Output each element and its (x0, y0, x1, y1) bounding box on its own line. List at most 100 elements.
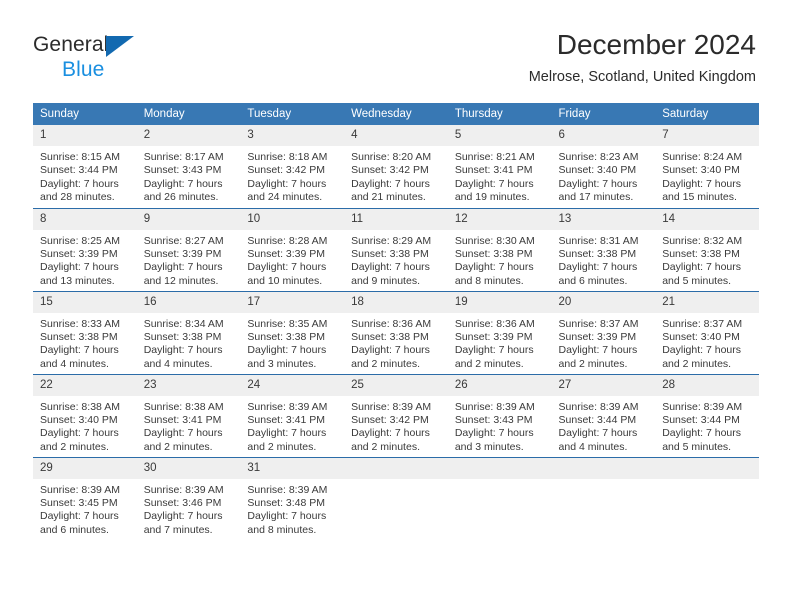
day-cell[interactable]: 14 Sunrise: 8:32 AM Sunset: 3:38 PM Dayl… (655, 207, 759, 291)
sunset-text: Sunset: 3:39 PM (247, 247, 326, 260)
daylight-text-line2: and 8 minutes. (247, 523, 317, 536)
day-number: 18 (344, 291, 448, 313)
sunset-text: Sunset: 3:42 PM (351, 164, 429, 177)
day-number: 3 (240, 125, 345, 146)
daylight-text-line2: and 4 minutes. (40, 357, 109, 370)
daylight-text-line2: and 9 minutes. (351, 274, 420, 287)
day-details: Sunrise: 8:28 AM Sunset: 3:39 PM Dayligh… (240, 230, 344, 289)
day-cell[interactable]: 25 Sunrise: 8:39 AM Sunset: 3:42 PM Dayl… (344, 373, 448, 457)
day-number: 5 (447, 125, 552, 146)
day-details: Sunrise: 8:39 AM Sunset: 3:41 PM Dayligh… (240, 396, 344, 455)
daylight-text-line2: and 2 minutes. (40, 440, 109, 453)
day-cell[interactable]: 30 Sunrise: 8:39 AM Sunset: 3:46 PM Dayl… (136, 456, 241, 540)
brand-name-general: General (33, 33, 109, 56)
day-details: Sunrise: 8:34 AM Sunset: 3:38 PM Dayligh… (137, 313, 241, 372)
sunset-text: Sunset: 3:48 PM (247, 496, 326, 509)
daylight-text-line1: Daylight: 7 hours (454, 261, 534, 274)
day-details: Sunrise: 8:37 AM Sunset: 3:40 PM Dayligh… (655, 313, 759, 372)
daylight-text-line2: and 2 minutes. (143, 440, 213, 453)
day-cell[interactable]: 22 Sunrise: 8:38 AM Sunset: 3:40 PM Dayl… (33, 373, 137, 457)
sunrise-text: Sunrise: 8:35 AM (247, 317, 328, 330)
daylight-text-line2: and 3 minutes. (454, 440, 524, 453)
sunset-text: Sunset: 3:42 PM (351, 413, 429, 426)
day-cell[interactable]: 12 Sunrise: 8:30 AM Sunset: 3:38 PM Dayl… (447, 207, 552, 291)
day-number: 4 (344, 125, 448, 146)
day-cell[interactable]: 7 Sunrise: 8:24 AM Sunset: 3:40 PM Dayli… (655, 125, 759, 208)
day-cell[interactable]: 2 Sunrise: 8:17 AM Sunset: 3:43 PM Dayli… (136, 125, 241, 208)
day-cell[interactable]: 8 Sunrise: 8:25 AM Sunset: 3:39 PM Dayli… (33, 207, 137, 291)
week-row: 22 Sunrise: 8:38 AM Sunset: 3:40 PM Dayl… (33, 373, 759, 457)
brand-logo[interactable]: General Blue (33, 33, 233, 87)
day-cell[interactable]: 3 Sunrise: 8:18 AM Sunset: 3:42 PM Dayli… (240, 125, 345, 208)
daylight-text-line1: Daylight: 7 hours (558, 261, 638, 274)
day-cell[interactable]: 27 Sunrise: 8:39 AM Sunset: 3:44 PM Dayl… (551, 373, 656, 457)
day-cell[interactable]: 21 Sunrise: 8:37 AM Sunset: 3:40 PM Dayl… (655, 290, 759, 374)
sunrise-text: Sunrise: 8:34 AM (143, 317, 224, 330)
sunset-text: Sunset: 3:44 PM (558, 413, 637, 426)
sunset-text: Sunset: 3:38 PM (558, 247, 637, 260)
daylight-text-line1: Daylight: 7 hours (454, 177, 534, 190)
daylight-text-line1: Daylight: 7 hours (662, 177, 742, 190)
day-cell[interactable]: 18 Sunrise: 8:36 AM Sunset: 3:38 PM Dayl… (344, 290, 448, 374)
sunset-text: Sunset: 3:39 PM (40, 247, 118, 260)
calendar-body: 1 Sunrise: 8:15 AM Sunset: 3:44 PM Dayli… (33, 125, 759, 540)
day-number: 24 (240, 374, 345, 396)
day-cell[interactable]: 6 Sunrise: 8:23 AM Sunset: 3:40 PM Dayli… (551, 125, 656, 208)
day-cell[interactable]: 23 Sunrise: 8:38 AM Sunset: 3:41 PM Dayl… (136, 373, 241, 457)
day-number: 21 (655, 291, 759, 313)
daylight-text-line2: and 12 minutes. (143, 274, 219, 287)
sunset-text: Sunset: 3:46 PM (143, 496, 222, 509)
sunrise-text: Sunrise: 8:17 AM (143, 151, 224, 163)
day-cell[interactable]: 10 Sunrise: 8:28 AM Sunset: 3:39 PM Dayl… (240, 207, 345, 291)
daylight-text-line2: and 8 minutes. (454, 274, 524, 287)
day-cell[interactable]: 11 Sunrise: 8:29 AM Sunset: 3:38 PM Dayl… (344, 207, 448, 291)
day-cell[interactable]: 5 Sunrise: 8:21 AM Sunset: 3:41 PM Dayli… (447, 125, 552, 208)
day-cell[interactable]: 16 Sunrise: 8:34 AM Sunset: 3:38 PM Dayl… (136, 290, 241, 374)
day-cell[interactable]: 29 Sunrise: 8:39 AM Sunset: 3:45 PM Dayl… (33, 456, 137, 540)
daylight-text-line2: and 2 minutes. (247, 440, 317, 453)
daylight-text-line1: Daylight: 7 hours (558, 427, 638, 440)
day-number: 7 (655, 125, 759, 146)
day-details: Sunrise: 8:17 AM Sunset: 3:43 PM Dayligh… (137, 146, 241, 205)
day-cell[interactable]: 13 Sunrise: 8:31 AM Sunset: 3:38 PM Dayl… (551, 207, 656, 291)
day-details: Sunrise: 8:30 AM Sunset: 3:38 PM Dayligh… (448, 230, 552, 289)
daylight-text-line2: and 10 minutes. (247, 274, 323, 287)
day-cell[interactable]: 15 Sunrise: 8:33 AM Sunset: 3:38 PM Dayl… (33, 290, 137, 374)
daylight-text-line2: and 5 minutes. (662, 440, 732, 453)
day-details: Sunrise: 8:20 AM Sunset: 3:42 PM Dayligh… (344, 146, 448, 205)
sunrise-text: Sunrise: 8:23 AM (558, 151, 639, 163)
weekday-header-saturday: Saturday (655, 103, 759, 125)
day-number (655, 457, 759, 479)
day-number: 2 (136, 125, 241, 146)
day-cell[interactable]: 4 Sunrise: 8:20 AM Sunset: 3:42 PM Dayli… (344, 125, 448, 208)
day-details: Sunrise: 8:39 AM Sunset: 3:44 PM Dayligh… (552, 396, 656, 455)
week-row: 29 Sunrise: 8:39 AM Sunset: 3:45 PM Dayl… (33, 456, 759, 540)
page-title: December 2024 (556, 29, 756, 60)
day-cell[interactable]: 19 Sunrise: 8:36 AM Sunset: 3:39 PM Dayl… (447, 290, 552, 374)
daylight-text-line2: and 28 minutes. (40, 191, 115, 204)
day-cell[interactable]: 28 Sunrise: 8:39 AM Sunset: 3:44 PM Dayl… (655, 373, 759, 457)
daylight-text-line1: Daylight: 7 hours (454, 427, 534, 440)
sunrise-text: Sunrise: 8:39 AM (454, 400, 535, 413)
day-number: 14 (655, 208, 759, 230)
day-cell[interactable]: 26 Sunrise: 8:39 AM Sunset: 3:43 PM Dayl… (447, 373, 552, 457)
day-cell[interactable]: 31 Sunrise: 8:39 AM Sunset: 3:48 PM Dayl… (240, 456, 345, 540)
day-cell[interactable]: 9 Sunrise: 8:27 AM Sunset: 3:39 PM Dayli… (136, 207, 241, 291)
daylight-text-line2: and 21 minutes. (351, 191, 426, 204)
day-cell[interactable]: 24 Sunrise: 8:39 AM Sunset: 3:41 PM Dayl… (240, 373, 345, 457)
sunrise-text: Sunrise: 8:32 AM (662, 234, 743, 247)
sunset-text: Sunset: 3:44 PM (662, 413, 740, 426)
daylight-text-line1: Daylight: 7 hours (143, 344, 223, 357)
daylight-text-line1: Daylight: 7 hours (351, 427, 430, 440)
sunrise-text: Sunrise: 8:20 AM (351, 151, 432, 163)
sunrise-text: Sunrise: 8:36 AM (351, 317, 432, 330)
day-cell[interactable]: 1 Sunrise: 8:15 AM Sunset: 3:44 PM Dayli… (33, 125, 137, 208)
day-cell[interactable]: 20 Sunrise: 8:37 AM Sunset: 3:39 PM Dayl… (551, 290, 656, 374)
daylight-text-line1: Daylight: 7 hours (40, 261, 119, 274)
sunrise-text: Sunrise: 8:24 AM (662, 151, 743, 163)
day-number (551, 457, 656, 479)
daylight-text-line2: and 15 minutes. (662, 191, 737, 204)
sunrise-text: Sunrise: 8:30 AM (454, 234, 535, 247)
day-details: Sunrise: 8:39 AM Sunset: 3:44 PM Dayligh… (655, 396, 759, 455)
day-cell[interactable]: 17 Sunrise: 8:35 AM Sunset: 3:38 PM Dayl… (240, 290, 345, 374)
